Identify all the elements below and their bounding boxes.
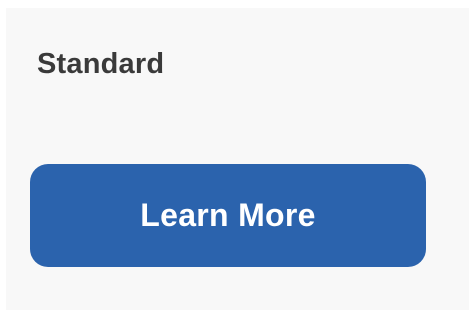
plan-title: Standard [37, 48, 165, 80]
plan-card: Standard Learn More [6, 8, 469, 310]
page: Standard Learn More [0, 0, 471, 314]
learn-more-button[interactable]: Learn More [30, 164, 426, 267]
